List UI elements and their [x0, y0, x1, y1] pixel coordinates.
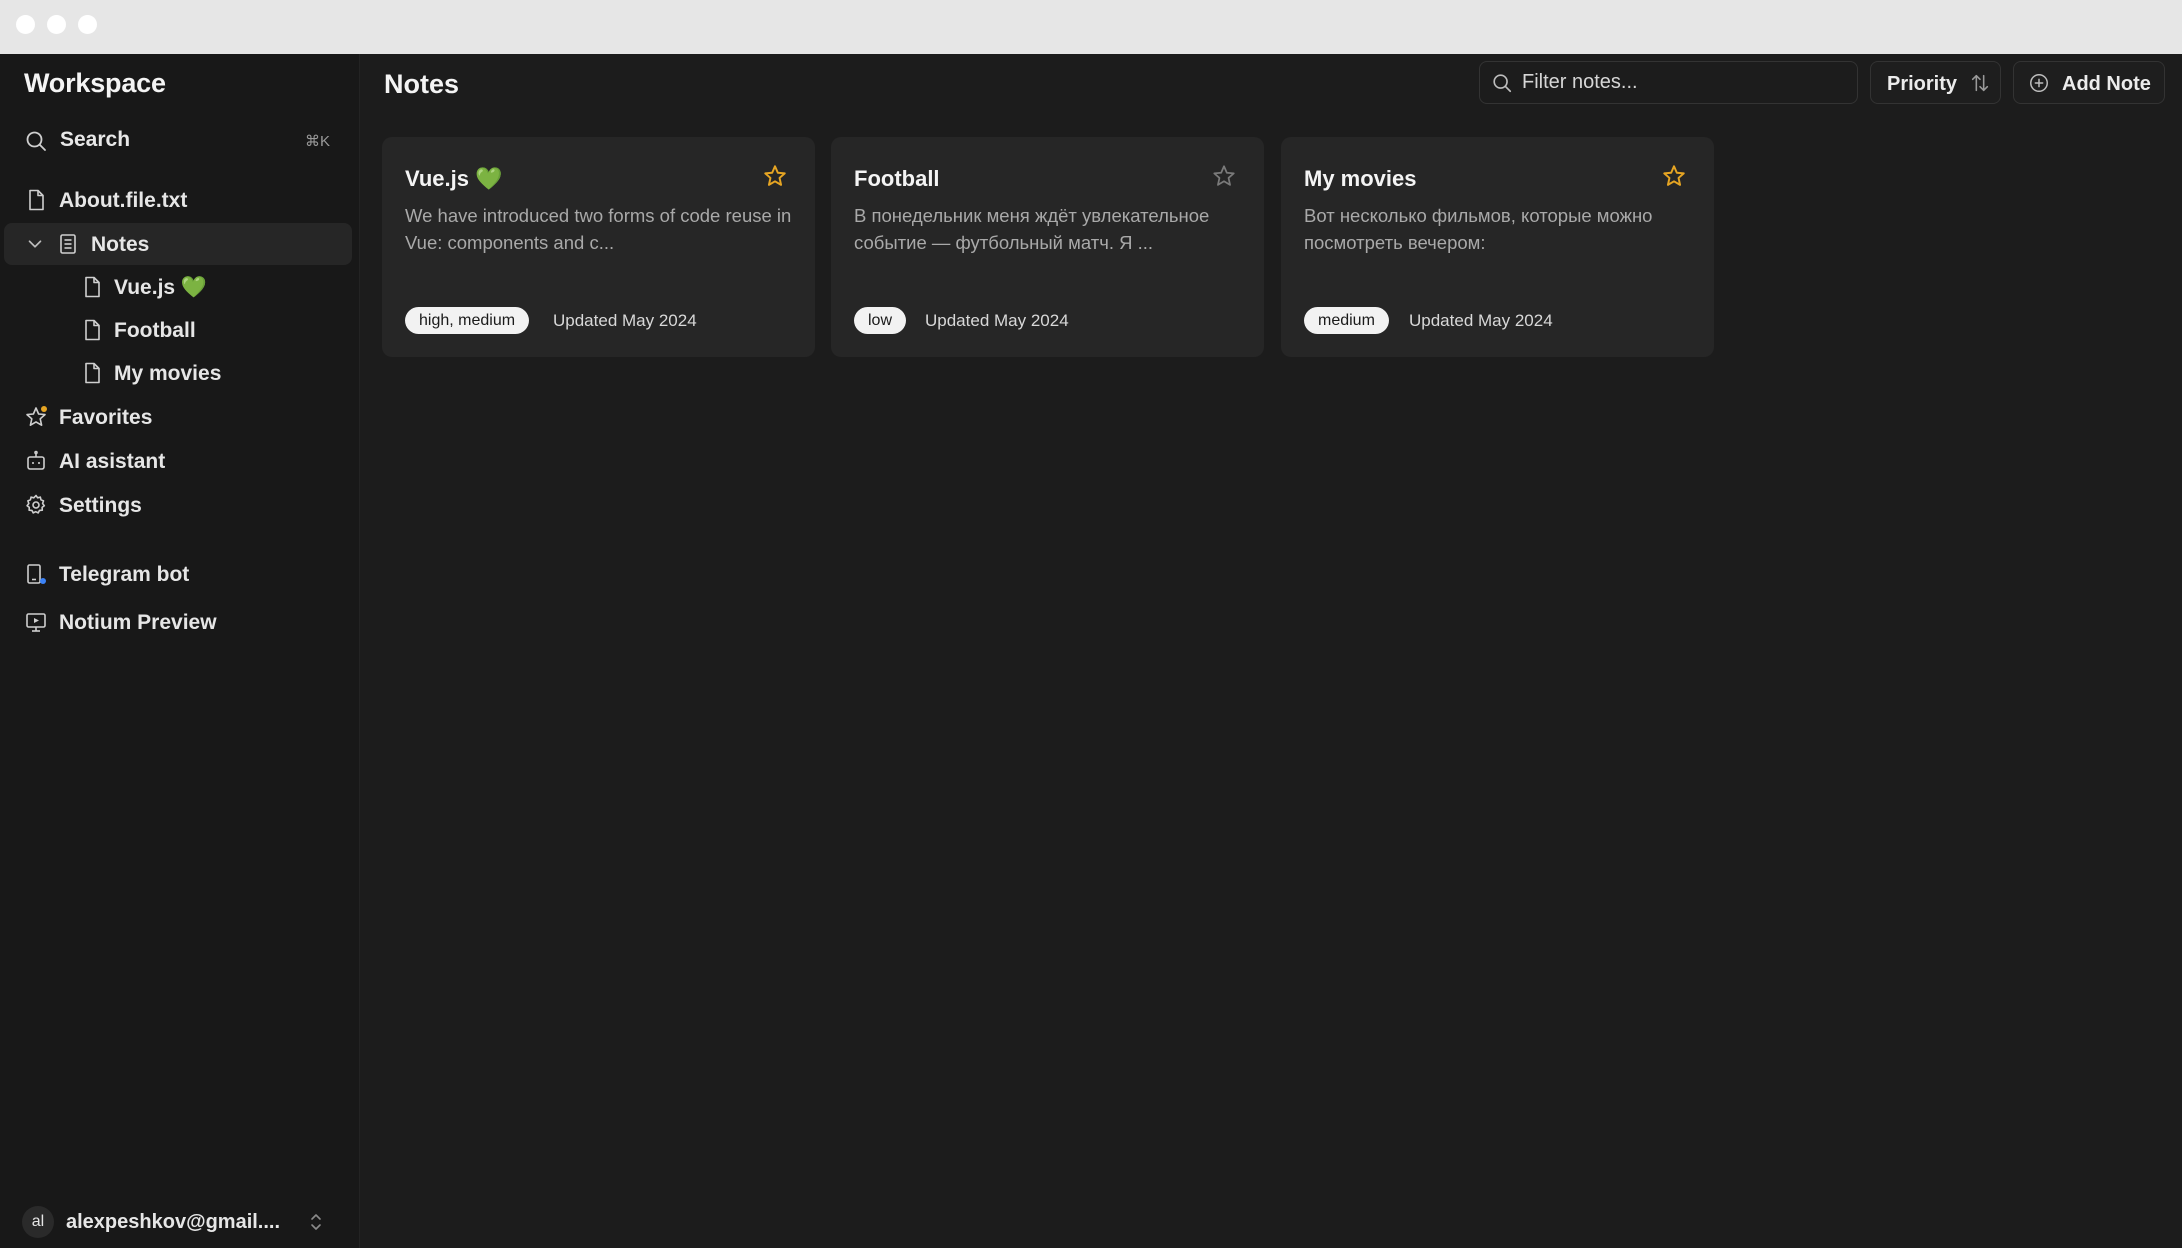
notebook-icon [60, 234, 76, 254]
filter-box[interactable] [1479, 61, 1858, 104]
search-icon [26, 131, 46, 151]
priority-tag: high, medium [405, 307, 530, 334]
sidebar-item-my-movies[interactable]: My movies [68, 352, 348, 394]
window-minimize-button[interactable] [47, 15, 66, 34]
main-content: Notes Priority Add Note Vue.js 💚 We have… [361, 54, 2182, 1248]
sidebar-item-label: Notes [91, 233, 150, 256]
note-card-my-movies[interactable]: My movies Вот несколько фильмов, которые… [1281, 137, 1714, 357]
sidebar-item-ai-assistant[interactable]: AI asistant [12, 440, 342, 482]
user-email: alexpeshkov@gmail.... [66, 1211, 281, 1233]
gear-icon [26, 494, 46, 514]
star-icon [26, 406, 47, 427]
sidebar-item-settings[interactable]: Settings [12, 484, 342, 526]
page-title: Notes [384, 69, 460, 99]
sidebar-item-label: Vue.js 💚 [114, 276, 208, 299]
sidebar-item-label: My movies [114, 362, 222, 385]
sidebar-item-label: Settings [59, 494, 142, 517]
user-menu[interactable]: al alexpeshkov@gmail.... [20, 1202, 340, 1242]
note-card-football[interactable]: Football В понедельник меня ждёт увлекат… [831, 137, 1264, 357]
plus-circle-icon [2030, 74, 2048, 92]
note-updated: Updated May 2024 [925, 311, 1069, 330]
chevron-down-icon[interactable] [24, 233, 46, 255]
note-card-vuejs[interactable]: Vue.js 💚 We have introduced two forms of… [382, 137, 815, 357]
sort-arrows-icon [1971, 74, 1989, 92]
sidebar: Workspace Search ⌘K About.file.txt Notes… [0, 54, 360, 1248]
sidebar-item-about-file[interactable]: About.file.txt [12, 179, 342, 221]
window-maximize-button[interactable] [78, 15, 97, 34]
note-excerpt: We have introduced two forms of code reu… [405, 205, 792, 253]
note-title: Football [854, 166, 940, 191]
file-icon [85, 319, 100, 341]
star-icon[interactable] [1661, 163, 1687, 189]
search-label: Search [60, 128, 131, 151]
priority-tag: low [854, 307, 907, 334]
sidebar-item-label: Telegram bot [59, 563, 190, 586]
bot-icon [27, 450, 45, 470]
star-outline-icon[interactable] [1211, 163, 1237, 189]
sidebar-search[interactable]: Search ⌘K [12, 118, 342, 162]
sidebar-item-label: Notium Preview [59, 611, 217, 634]
sidebar-item-football[interactable]: Football [68, 309, 348, 351]
add-note-label: Add Note [2062, 73, 2151, 95]
chevron-up-down-icon[interactable] [306, 1208, 326, 1236]
file-icon [29, 189, 44, 211]
file-icon [85, 362, 100, 384]
priority-tag: medium [1304, 307, 1389, 334]
sidebar-item-vuejs[interactable]: Vue.js 💚 [68, 266, 348, 308]
filter-input[interactable] [1522, 62, 1842, 103]
note-excerpt: Вот несколько фильмов, которые можно пос… [1304, 205, 1653, 253]
star-icon[interactable] [762, 163, 788, 189]
sort-button-label: Priority [1887, 73, 1958, 95]
window-close-button[interactable] [16, 15, 35, 34]
sidebar-item-label: About.file.txt [59, 189, 188, 212]
search-icon [1493, 74, 1512, 93]
sort-priority-button[interactable]: Priority [1870, 61, 2001, 104]
device-icon [27, 564, 46, 584]
note-excerpt: В понедельник меня ждёт увлекательное со… [854, 205, 1210, 253]
monitor-icon [26, 613, 46, 632]
note-updated: Updated May 2024 [553, 311, 697, 330]
workspace-title[interactable]: Workspace [24, 68, 166, 99]
sidebar-item-label: AI asistant [59, 450, 166, 473]
window-titlebar [0, 0, 2182, 54]
file-icon [85, 276, 100, 298]
note-title: My movies [1304, 166, 1417, 191]
sidebar-item-label: Favorites [59, 406, 153, 429]
add-note-button[interactable]: Add Note [2013, 61, 2165, 104]
search-shortcut: ⌘K [304, 133, 330, 150]
note-title: Vue.js 💚 [405, 166, 503, 191]
note-updated: Updated May 2024 [1409, 311, 1553, 330]
sidebar-item-favorites[interactable]: Favorites [12, 396, 342, 438]
sidebar-item-label: Football [114, 319, 196, 342]
sidebar-item-telegram-bot[interactable]: Telegram bot [12, 553, 342, 595]
avatar: al [22, 1206, 54, 1238]
sidebar-item-notium-preview[interactable]: Notium Preview [12, 601, 342, 643]
sidebar-item-notes[interactable]: Notes [4, 223, 352, 265]
